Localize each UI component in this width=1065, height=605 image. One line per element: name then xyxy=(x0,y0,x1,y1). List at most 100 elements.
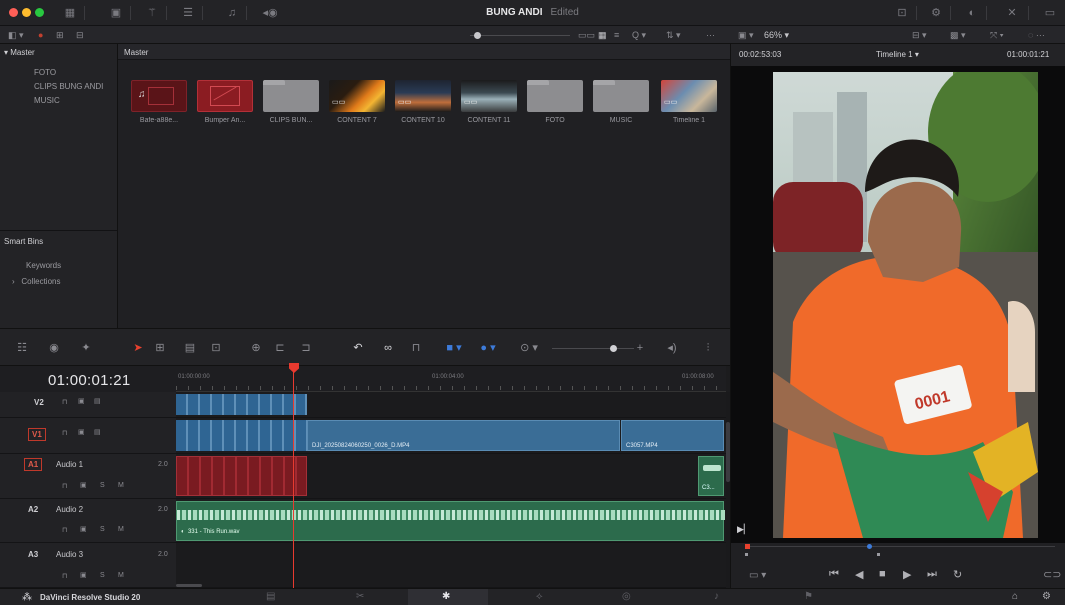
zoom-dropdown[interactable]: 66% ▾ xyxy=(764,28,789,42)
track-enable-icon[interactable]: ▣ xyxy=(80,571,87,579)
master-bin[interactable]: ▾ Master xyxy=(4,48,35,57)
viewer-options-dropdown[interactable]: ▭ ▾ xyxy=(749,570,766,581)
jump-to-start-icon[interactable]: ⏮ xyxy=(829,568,839,581)
audio-clip[interactable] xyxy=(176,456,307,496)
lock-icon[interactable]: ⊓ xyxy=(408,341,424,355)
transform-icon[interactable]: ⤧ ▾ xyxy=(990,28,1003,42)
snapping-icon[interactable]: ↶ xyxy=(350,341,366,355)
page-edit-tab[interactable]: ✱ xyxy=(408,589,488,605)
in-point-marker[interactable] xyxy=(745,544,750,549)
scrubber-marker[interactable] xyxy=(867,544,872,549)
audio-meters-icon[interactable]: ⫶ xyxy=(700,341,716,355)
output-icon[interactable]: ▩ ▾ xyxy=(950,28,966,42)
page-fairlight-icon[interactable]: ♪ xyxy=(714,591,719,602)
fullscreen-icon[interactable]: ▭ xyxy=(1042,6,1058,20)
smart-bin-keywords[interactable]: Keywords xyxy=(26,261,61,270)
snap-tool-icon[interactable]: ✦ xyxy=(78,341,94,355)
audio-scrub-icon[interactable]: ◌ ··· xyxy=(1028,28,1045,42)
track-lock-icon[interactable]: ⊓ xyxy=(62,429,67,437)
clip-bafe[interactable]: ♫ Bafe-a88e... xyxy=(130,80,188,124)
timeline-timecode[interactable]: 01:00:01:21 xyxy=(48,372,131,389)
bin-item-foto[interactable]: FOTO xyxy=(34,68,56,77)
clip-folder-foto[interactable]: FOTO xyxy=(526,80,584,124)
thumb-size-slider[interactable] xyxy=(470,35,570,36)
bin-item-clips-bung-andi[interactable]: CLIPS BUNG ANDI xyxy=(34,82,103,91)
timeline-horizontal-scrollbar[interactable] xyxy=(176,584,202,587)
search-icon[interactable]: Q ▾ xyxy=(632,28,646,42)
clip-content-10[interactable]: ▭▭ CONTENT 10 xyxy=(394,80,452,124)
playhead-line[interactable] xyxy=(293,370,294,588)
fullscreen-viewer-icon[interactable]: ⊂⊃ xyxy=(1043,568,1061,581)
clip-content-11[interactable]: ▭▭ CONTENT 11 xyxy=(460,80,518,124)
play-icon[interactable]: ▶ xyxy=(903,568,911,581)
clip-folder-music[interactable]: MUSIC xyxy=(592,80,650,124)
timeline-view-options-icon[interactable]: ☷ xyxy=(14,341,30,355)
link-icon[interactable]: ∞ xyxy=(380,341,396,355)
trim-tool-icon[interactable]: ⊞ xyxy=(152,341,168,355)
timeline-vertical-scrollbar[interactable] xyxy=(726,392,730,588)
overwrite-clip-icon[interactable]: ⊏ xyxy=(272,341,288,355)
track-enable-icon[interactable]: ▣ xyxy=(78,397,85,405)
mute-button[interactable]: M xyxy=(118,572,124,579)
stop-icon[interactable]: ■ xyxy=(879,568,886,580)
insert-clip-icon[interactable]: ⊕ xyxy=(248,341,264,355)
flag-dropdown[interactable]: ■ ▾ xyxy=(440,341,468,355)
track-id[interactable]: V1 xyxy=(28,428,46,441)
jump-to-end-icon[interactable]: ⏭ xyxy=(927,568,937,581)
clip-timeline-1[interactable]: ▭▭ Timeline 1 xyxy=(660,80,718,124)
project-manager-icon[interactable]: ⌂ xyxy=(1012,591,1018,602)
viewer-mode-icon[interactable]: ⊟ ▾ xyxy=(912,28,927,42)
track-id[interactable]: A1 xyxy=(24,458,43,471)
page-fusion-icon[interactable]: ⟡ xyxy=(536,591,543,602)
track-lock-icon[interactable]: ⊓ xyxy=(62,482,67,490)
track-lane-a2[interactable]: ◐ 331 - This Run.wav xyxy=(176,499,726,543)
replace-clip-icon[interactable]: ⊐ xyxy=(298,341,314,355)
timeline-zoom-handle[interactable] xyxy=(610,345,617,352)
viewer-layout-icon[interactable]: ▣ ▾ xyxy=(738,28,754,42)
color-icon[interactable]: ◐ xyxy=(964,6,980,20)
track-visible-icon[interactable]: ▤ xyxy=(94,397,101,405)
track-lane-v2[interactable] xyxy=(176,392,726,418)
track-lock-icon[interactable]: ⊓ xyxy=(62,526,67,534)
page-color-icon[interactable]: ◎ xyxy=(622,591,631,602)
track-lane-v1[interactable]: DJI_20250824060250_0026_D.MP4 C3057.MP4 xyxy=(176,418,726,454)
selection-tool-icon[interactable]: ➤ xyxy=(130,341,146,355)
mute-button[interactable]: M xyxy=(118,526,124,533)
timeline-ruler[interactable]: 01:00:00:00 01:00:04:00 01:00:08:00 xyxy=(176,366,726,392)
list-view-icon[interactable]: ⊞ xyxy=(56,28,64,42)
more-options-icon[interactable]: ··· xyxy=(706,28,715,42)
track-lane-a3[interactable] xyxy=(176,543,726,588)
zoom-in-icon[interactable]: + xyxy=(632,341,648,355)
play-reverse-icon[interactable]: ◀ xyxy=(855,568,863,581)
audio-level-icon[interactable]: ◂) xyxy=(664,341,680,355)
linked-selection-icon[interactable]: ◉ xyxy=(46,341,62,355)
page-deliver-icon[interactable]: ⚑ xyxy=(804,591,813,602)
smart-bin-collections[interactable]: › Collections xyxy=(12,277,60,286)
track-visible-icon[interactable]: ▤ xyxy=(94,428,101,436)
track-enable-icon[interactable]: ▣ xyxy=(80,525,87,533)
track-lock-icon[interactable]: ⊓ xyxy=(62,398,67,406)
metadata-icon[interactable]: ⊡ xyxy=(894,6,910,20)
project-settings-icon[interactable]: ⚙ xyxy=(1042,591,1051,602)
video-clip[interactable]: C3057.MP4 xyxy=(621,420,724,451)
clip-bumper[interactable]: Bumper An... xyxy=(196,80,254,124)
audio-clip-music[interactable]: ◐ 331 - This Run.wav xyxy=(176,501,725,541)
loop-icon[interactable]: ↻ xyxy=(953,568,962,581)
dynamic-trim-icon[interactable]: ▤ xyxy=(182,341,198,355)
video-clip[interactable] xyxy=(176,394,307,415)
sort-icon[interactable]: ⊟ xyxy=(76,28,84,42)
mute-button[interactable]: M xyxy=(118,482,124,489)
panel-layout-icon[interactable]: ◧ ▾ xyxy=(8,28,24,42)
bin-options-icon[interactable]: ● xyxy=(38,28,43,42)
blade-tool-icon[interactable]: ⊡ xyxy=(208,341,224,355)
solo-button[interactable]: S xyxy=(100,526,105,533)
solo-button[interactable]: S xyxy=(100,572,105,579)
grid-view-icon[interactable]: ▦ xyxy=(598,28,607,42)
bin-item-music[interactable]: MUSIC xyxy=(34,96,60,105)
previous-edit-icon[interactable]: ▶▏ xyxy=(737,524,751,535)
timeline-selector[interactable]: Timeline 1 ▾ xyxy=(876,50,919,59)
marker-dropdown[interactable]: ● ▾ xyxy=(474,341,502,355)
track-lock-icon[interactable]: ⊓ xyxy=(62,572,67,580)
list-view2-icon[interactable]: ≡ xyxy=(614,28,619,42)
viewer-scrubber[interactable] xyxy=(745,546,1055,547)
